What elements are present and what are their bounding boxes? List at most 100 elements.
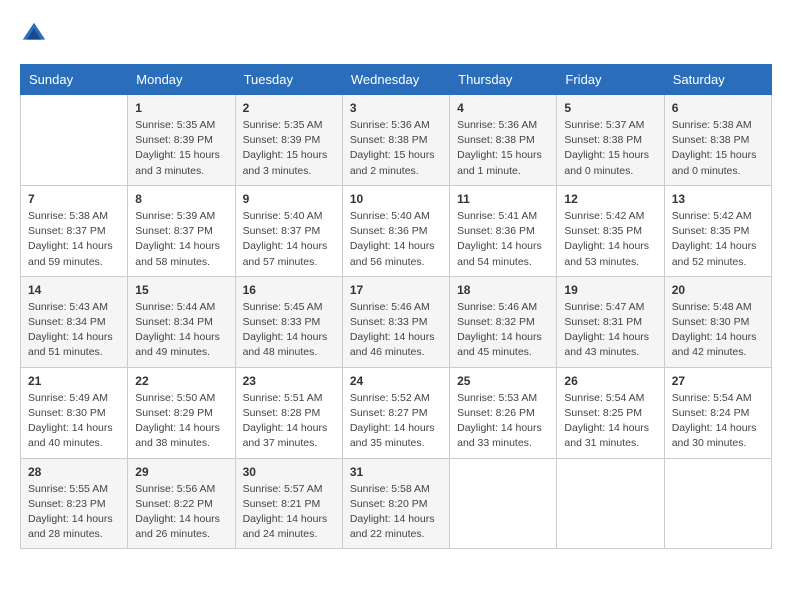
day-info: Sunrise: 5:46 AMSunset: 8:33 PMDaylight:…	[350, 300, 442, 361]
week-row-2: 7 Sunrise: 5:38 AMSunset: 8:37 PMDaylight…	[21, 185, 772, 276]
day-cell-2: 2 Sunrise: 5:35 AMSunset: 8:39 PMDaylight…	[235, 95, 342, 186]
day-info: Sunrise: 5:53 AMSunset: 8:26 PMDaylight:…	[457, 391, 549, 452]
day-cell-3: 3 Sunrise: 5:36 AMSunset: 8:38 PMDaylight…	[342, 95, 449, 186]
day-number: 30	[243, 465, 335, 479]
day-info: Sunrise: 5:35 AMSunset: 8:39 PMDaylight:…	[135, 118, 227, 179]
day-number: 31	[350, 465, 442, 479]
day-cell-20: 20 Sunrise: 5:48 AMSunset: 8:30 PMDayligh…	[664, 276, 771, 367]
day-number: 29	[135, 465, 227, 479]
day-info: Sunrise: 5:39 AMSunset: 8:37 PMDaylight:…	[135, 209, 227, 270]
day-number: 21	[28, 374, 120, 388]
day-cell-11: 11 Sunrise: 5:41 AMSunset: 8:36 PMDayligh…	[450, 185, 557, 276]
day-cell-12: 12 Sunrise: 5:42 AMSunset: 8:35 PMDayligh…	[557, 185, 664, 276]
weekday-header-tuesday: Tuesday	[235, 65, 342, 95]
day-number: 19	[564, 283, 656, 297]
day-number: 2	[243, 101, 335, 115]
day-cell-21: 21 Sunrise: 5:49 AMSunset: 8:30 PMDayligh…	[21, 367, 128, 458]
day-info: Sunrise: 5:48 AMSunset: 8:30 PMDaylight:…	[672, 300, 764, 361]
day-info: Sunrise: 5:54 AMSunset: 8:24 PMDaylight:…	[672, 391, 764, 452]
day-info: Sunrise: 5:45 AMSunset: 8:33 PMDaylight:…	[243, 300, 335, 361]
day-cell-22: 22Sunrise: 5:50 AMSunset: 8:29 PMDayligh…	[128, 367, 235, 458]
day-info: Sunrise: 5:36 AMSunset: 8:38 PMDaylight:…	[350, 118, 442, 179]
day-cell-25: 25 Sunrise: 5:53 AMSunset: 8:26 PMDayligh…	[450, 367, 557, 458]
day-cell-13: 13 Sunrise: 5:42 AMSunset: 8:35 PMDayligh…	[664, 185, 771, 276]
day-cell-19: 19 Sunrise: 5:47 AMSunset: 8:31 PMDayligh…	[557, 276, 664, 367]
day-number: 23	[243, 374, 335, 388]
weekday-header-friday: Friday	[557, 65, 664, 95]
day-number: 4	[457, 101, 549, 115]
day-cell-26: 26Sunrise: 5:54 AMSunset: 8:25 PMDayligh…	[557, 367, 664, 458]
day-info: Sunrise: 5:56 AMSunset: 8:22 PMDaylight:…	[135, 482, 227, 543]
day-info: Sunrise: 5:36 AMSunset: 8:38 PMDaylight:…	[457, 118, 549, 179]
weekday-header-sunday: Sunday	[21, 65, 128, 95]
day-number: 10	[350, 192, 442, 206]
weekday-header-wednesday: Wednesday	[342, 65, 449, 95]
calendar-table: SundayMondayTuesdayWednesdayThursdayFrid…	[20, 64, 772, 549]
day-info: Sunrise: 5:58 AMSunset: 8:20 PMDaylight:…	[350, 482, 442, 543]
day-number: 25	[457, 374, 549, 388]
week-row-3: 14 Sunrise: 5:43 AMSunset: 8:34 PMDayligh…	[21, 276, 772, 367]
day-cell-29: 29 Sunrise: 5:56 AMSunset: 8:22 PMDayligh…	[128, 458, 235, 549]
day-info: Sunrise: 5:43 AMSunset: 8:34 PMDaylight:…	[28, 300, 120, 361]
day-number: 7	[28, 192, 120, 206]
day-cell-1: 1 Sunrise: 5:35 AMSunset: 8:39 PMDaylight…	[128, 95, 235, 186]
day-info: Sunrise: 5:57 AMSunset: 8:21 PMDaylight:…	[243, 482, 335, 543]
day-info: Sunrise: 5:52 AMSunset: 8:27 PMDaylight:…	[350, 391, 442, 452]
day-number: 20	[672, 283, 764, 297]
day-cell-31: 31 Sunrise: 5:58 AMSunset: 8:20 PMDayligh…	[342, 458, 449, 549]
logo-icon	[20, 20, 48, 48]
day-info: Sunrise: 5:47 AMSunset: 8:31 PMDaylight:…	[564, 300, 656, 361]
empty-cell	[450, 458, 557, 549]
day-number: 6	[672, 101, 764, 115]
day-cell-8: 8Sunrise: 5:39 AMSunset: 8:37 PMDaylight…	[128, 185, 235, 276]
day-info: Sunrise: 5:49 AMSunset: 8:30 PMDaylight:…	[28, 391, 120, 452]
logo	[20, 20, 52, 48]
day-info: Sunrise: 5:42 AMSunset: 8:35 PMDaylight:…	[564, 209, 656, 270]
day-info: Sunrise: 5:41 AMSunset: 8:36 PMDaylight:…	[457, 209, 549, 270]
empty-cell	[557, 458, 664, 549]
day-number: 5	[564, 101, 656, 115]
empty-cell	[21, 95, 128, 186]
day-cell-27: 27 Sunrise: 5:54 AMSunset: 8:24 PMDayligh…	[664, 367, 771, 458]
day-number: 24	[350, 374, 442, 388]
weekday-header-thursday: Thursday	[450, 65, 557, 95]
week-row-5: 28 Sunrise: 5:55 AMSunset: 8:23 PMDayligh…	[21, 458, 772, 549]
day-cell-17: 17Sunrise: 5:46 AMSunset: 8:33 PMDayligh…	[342, 276, 449, 367]
day-number: 12	[564, 192, 656, 206]
day-info: Sunrise: 5:40 AMSunset: 8:37 PMDaylight:…	[243, 209, 335, 270]
day-info: Sunrise: 5:38 AMSunset: 8:37 PMDaylight:…	[28, 209, 120, 270]
day-number: 13	[672, 192, 764, 206]
page-header	[20, 20, 772, 48]
day-cell-5: 5 Sunrise: 5:37 AMSunset: 8:38 PMDaylight…	[557, 95, 664, 186]
day-number: 26	[564, 374, 656, 388]
day-cell-7: 7 Sunrise: 5:38 AMSunset: 8:37 PMDaylight…	[21, 185, 128, 276]
day-info: Sunrise: 5:38 AMSunset: 8:38 PMDaylight:…	[672, 118, 764, 179]
day-cell-9: 9 Sunrise: 5:40 AMSunset: 8:37 PMDaylight…	[235, 185, 342, 276]
day-info: Sunrise: 5:55 AMSunset: 8:23 PMDaylight:…	[28, 482, 120, 543]
day-number: 22	[135, 374, 227, 388]
day-cell-14: 14 Sunrise: 5:43 AMSunset: 8:34 PMDayligh…	[21, 276, 128, 367]
day-cell-18: 18Sunrise: 5:46 AMSunset: 8:32 PMDayligh…	[450, 276, 557, 367]
day-info: Sunrise: 5:40 AMSunset: 8:36 PMDaylight:…	[350, 209, 442, 270]
day-info: Sunrise: 5:37 AMSunset: 8:38 PMDaylight:…	[564, 118, 656, 179]
day-cell-24: 24 Sunrise: 5:52 AMSunset: 8:27 PMDayligh…	[342, 367, 449, 458]
day-number: 14	[28, 283, 120, 297]
day-cell-6: 6 Sunrise: 5:38 AMSunset: 8:38 PMDaylight…	[664, 95, 771, 186]
day-cell-23: 23 Sunrise: 5:51 AMSunset: 8:28 PMDayligh…	[235, 367, 342, 458]
day-info: Sunrise: 5:35 AMSunset: 8:39 PMDaylight:…	[243, 118, 335, 179]
day-number: 1	[135, 101, 227, 115]
weekday-header-monday: Monday	[128, 65, 235, 95]
day-cell-4: 4 Sunrise: 5:36 AMSunset: 8:38 PMDaylight…	[450, 95, 557, 186]
day-info: Sunrise: 5:42 AMSunset: 8:35 PMDaylight:…	[672, 209, 764, 270]
day-number: 3	[350, 101, 442, 115]
day-number: 9	[243, 192, 335, 206]
day-number: 28	[28, 465, 120, 479]
day-number: 11	[457, 192, 549, 206]
day-cell-15: 15Sunrise: 5:44 AMSunset: 8:34 PMDayligh…	[128, 276, 235, 367]
empty-cell	[664, 458, 771, 549]
day-number: 27	[672, 374, 764, 388]
day-cell-28: 28 Sunrise: 5:55 AMSunset: 8:23 PMDayligh…	[21, 458, 128, 549]
day-number: 15	[135, 283, 227, 297]
day-info: Sunrise: 5:51 AMSunset: 8:28 PMDaylight:…	[243, 391, 335, 452]
day-info: Sunrise: 5:46 AMSunset: 8:32 PMDaylight:…	[457, 300, 549, 361]
